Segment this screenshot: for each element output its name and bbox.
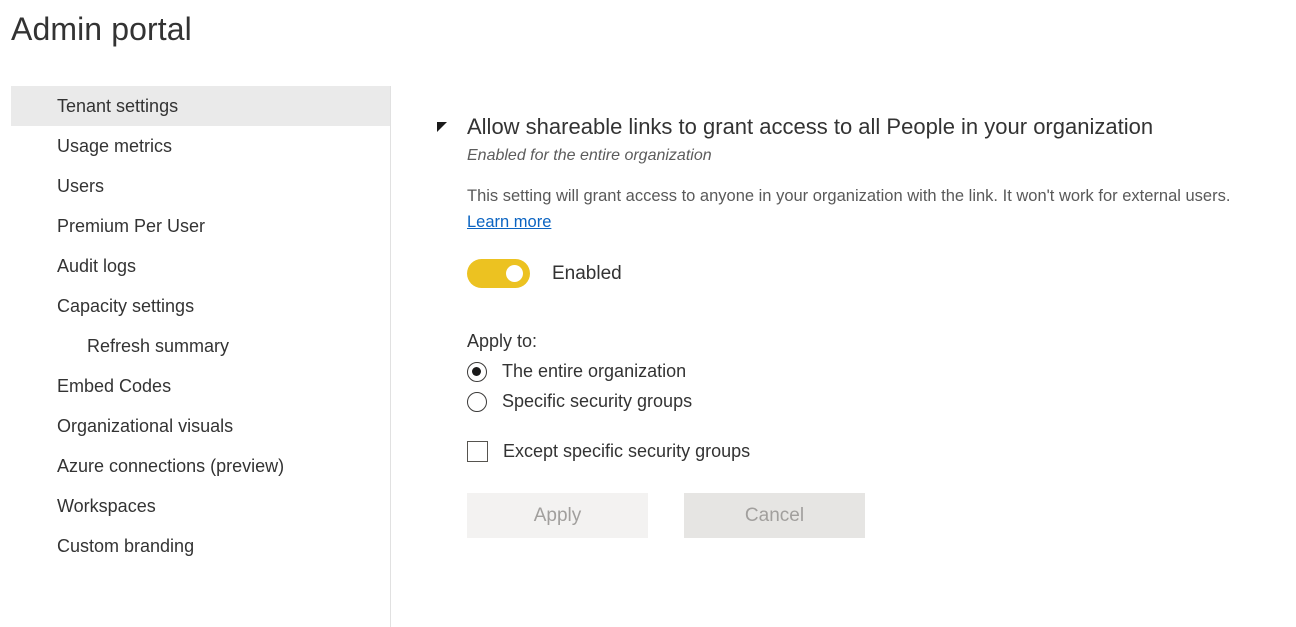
setting-header: Allow shareable links to grant access to…	[436, 113, 1286, 168]
radio-label-specific-security-groups: Specific security groups	[502, 391, 692, 412]
sidebar: Tenant settings Usage metrics Users Premium…	[0, 86, 391, 627]
enable-toggle-row: Enabled	[467, 259, 1286, 288]
sidebar-item-workspaces[interactable]: Workspaces	[11, 486, 390, 526]
collapse-triangle-icon[interactable]	[436, 121, 450, 135]
sidebar-item-custom-branding[interactable]: Custom branding	[11, 526, 390, 566]
setting-description-text: This setting will grant access to anyone…	[467, 187, 1230, 205]
sidebar-item-label: Audit logs	[57, 256, 136, 277]
checkbox-icon-unchecked[interactable]	[467, 441, 488, 462]
setting-subtitle: Enabled for the entire organization	[467, 144, 1286, 168]
enable-toggle[interactable]	[467, 259, 530, 288]
learn-more-link[interactable]: Learn more	[467, 213, 551, 231]
setting-description: This setting will grant access to anyone…	[467, 183, 1277, 235]
sidebar-item-users[interactable]: Users	[11, 166, 390, 206]
setting-title: Allow shareable links to grant access to…	[467, 113, 1286, 141]
sidebar-item-capacity-settings[interactable]: Capacity settings	[11, 286, 390, 326]
page-title: Admin portal	[11, 8, 192, 50]
toggle-state-label: Enabled	[552, 263, 622, 285]
sidebar-item-label: Usage metrics	[57, 136, 172, 157]
checkbox-option-except-specific-security-groups[interactable]: Except specific security groups	[467, 441, 1286, 462]
tenant-setting-panel: Allow shareable links to grant access to…	[436, 113, 1286, 538]
sidebar-item-label: Capacity settings	[57, 296, 194, 317]
apply-to-label: Apply to:	[467, 331, 1286, 352]
sidebar-item-label: Azure connections (preview)	[57, 456, 284, 477]
radio-icon-unselected[interactable]	[467, 392, 487, 412]
sidebar-item-label: Tenant settings	[57, 96, 178, 117]
checkbox-label-except-specific-security-groups: Except specific security groups	[503, 441, 750, 462]
sidebar-item-label: Organizational visuals	[57, 416, 233, 437]
sidebar-item-label: Refresh summary	[87, 336, 229, 357]
setting-body: This setting will grant access to anyone…	[467, 183, 1286, 538]
sidebar-item-label: Embed Codes	[57, 376, 171, 397]
sidebar-item-label: Workspaces	[57, 496, 156, 517]
sidebar-nav-list: Tenant settings Usage metrics Users Premium…	[0, 86, 390, 566]
sidebar-item-usage-metrics[interactable]: Usage metrics	[11, 126, 390, 166]
radio-icon-selected[interactable]	[467, 362, 487, 382]
sidebar-item-audit-logs[interactable]: Audit logs	[11, 246, 390, 286]
sidebar-item-organizational-visuals[interactable]: Organizational visuals	[11, 406, 390, 446]
main-content: Allow shareable links to grant access to…	[391, 86, 1296, 627]
sidebar-item-embed-codes[interactable]: Embed Codes	[11, 366, 390, 406]
radio-option-entire-organization[interactable]: The entire organization	[467, 361, 1286, 382]
radio-option-specific-security-groups[interactable]: Specific security groups	[467, 391, 1286, 412]
apply-button[interactable]: Apply	[467, 493, 648, 538]
sidebar-item-premium-per-user[interactable]: Premium Per User	[11, 206, 390, 246]
cancel-button[interactable]: Cancel	[684, 493, 865, 538]
toggle-knob	[506, 265, 523, 282]
sidebar-item-label: Premium Per User	[57, 216, 205, 237]
sidebar-item-label: Users	[57, 176, 104, 197]
sidebar-item-azure-connections-preview[interactable]: Azure connections (preview)	[11, 446, 390, 486]
action-button-row: Apply Cancel	[467, 493, 1286, 538]
radio-label-entire-organization: The entire organization	[502, 361, 686, 382]
setting-title-group: Allow shareable links to grant access to…	[467, 113, 1286, 168]
sidebar-item-refresh-summary[interactable]: Refresh summary	[11, 326, 390, 366]
sidebar-item-label: Custom branding	[57, 536, 194, 557]
sidebar-item-tenant-settings[interactable]: Tenant settings	[11, 86, 390, 126]
